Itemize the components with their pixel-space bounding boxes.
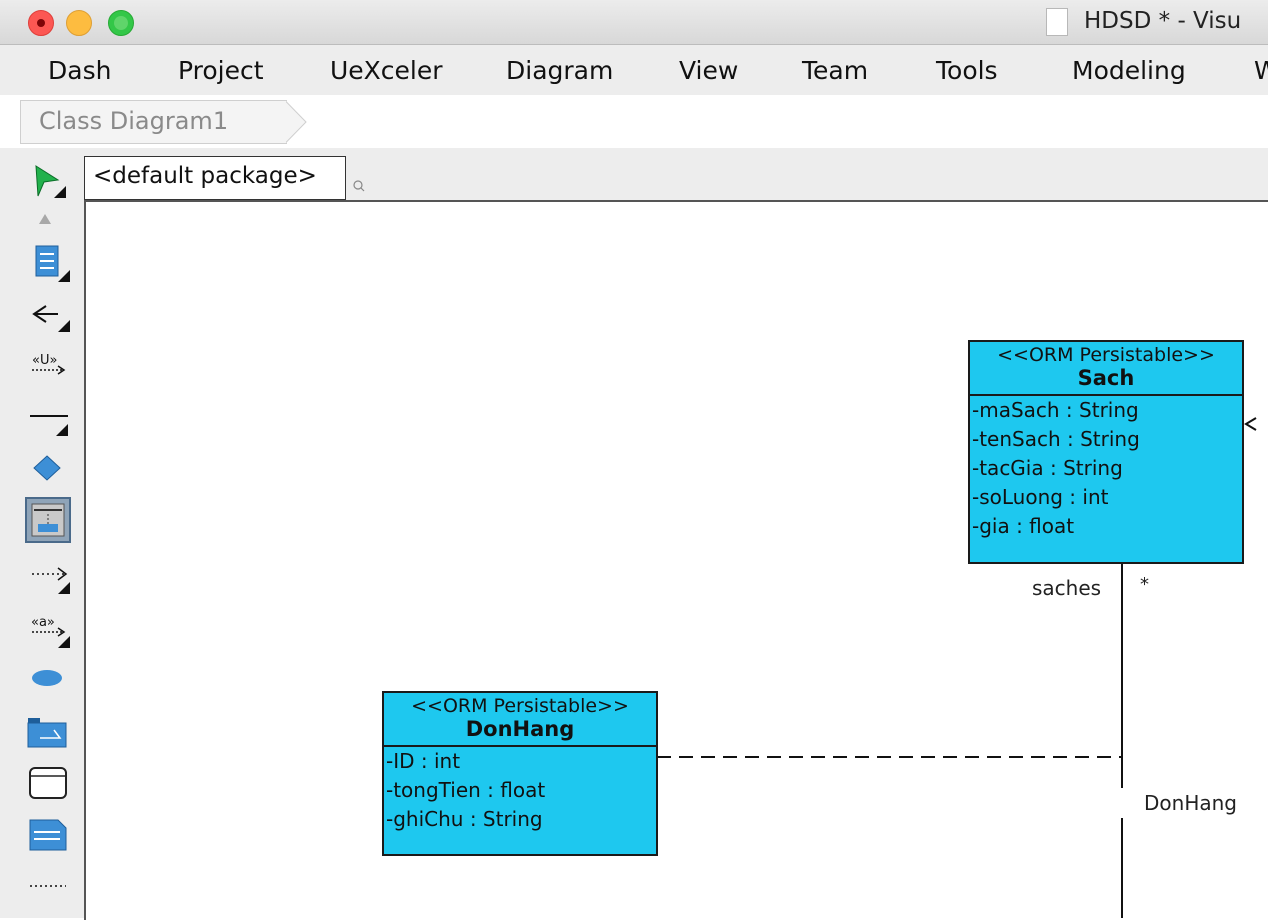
multiplicity-label[interactable]: *	[1140, 574, 1149, 595]
class-stereotype: <<ORM Persistable>>	[997, 344, 1215, 366]
arrowhead-icon	[1244, 417, 1257, 431]
class-attribute[interactable]: -tacGia : String	[970, 454, 1242, 483]
class-stereotype: <<ORM Persistable>>	[411, 695, 629, 717]
class-attribute[interactable]: -tongTien : float	[384, 776, 656, 805]
class-attribute[interactable]: -ghiChu : String	[384, 805, 656, 834]
role-label-donhang[interactable]: DonHang	[1120, 788, 1268, 818]
class-attribute[interactable]: -gia : float	[970, 512, 1242, 541]
class-sach[interactable]: <<ORM Persistable>> Sach -maSach : Strin…	[968, 340, 1244, 564]
class-name: DonHang	[465, 717, 575, 741]
class-donhang[interactable]: <<ORM Persistable>> DonHang -ID : int -t…	[382, 691, 658, 856]
class-attribute[interactable]: -soLuong : int	[970, 483, 1242, 512]
role-label-saches[interactable]: saches	[1032, 576, 1101, 600]
class-attribute[interactable]: -ID : int	[384, 747, 656, 776]
class-attribute[interactable]: -maSach : String	[970, 396, 1242, 425]
class-name: Sach	[1077, 366, 1135, 390]
class-attribute[interactable]: -tenSach : String	[970, 425, 1242, 454]
